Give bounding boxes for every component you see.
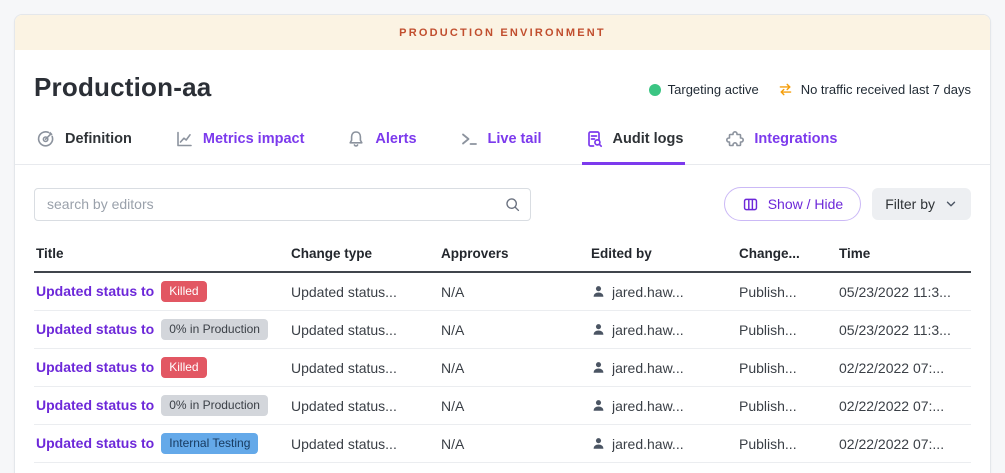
swap-arrows-icon bbox=[777, 81, 794, 98]
row-approvers: N/A bbox=[441, 360, 591, 376]
tab-live-tail-label: Live tail bbox=[488, 131, 542, 147]
target-pen-icon bbox=[36, 129, 56, 149]
search-icon bbox=[504, 196, 521, 218]
status-badge: Killed bbox=[161, 357, 206, 377]
column-header-change[interactable]: Change... bbox=[739, 246, 839, 261]
audit-log-icon bbox=[584, 129, 604, 149]
row-approvers: N/A bbox=[441, 398, 591, 414]
show-hide-label: Show / Hide bbox=[768, 196, 843, 212]
row-title-link[interactable]: Updated status to bbox=[36, 321, 154, 337]
line-chart-icon bbox=[174, 129, 194, 149]
person-icon bbox=[591, 360, 606, 375]
filter-by-button[interactable]: Filter by bbox=[872, 188, 971, 220]
row-time: 02/22/2022 07:... bbox=[839, 436, 971, 452]
audit-log-table: Title Change type Approvers Edited by Ch… bbox=[34, 233, 971, 463]
row-edited-by: jared.haw... bbox=[612, 436, 684, 452]
show-hide-button[interactable]: Show / Hide bbox=[724, 187, 861, 221]
table-row[interactable]: Updated status to Killed Updated status.… bbox=[34, 273, 971, 311]
status-badge: 0% in Production bbox=[161, 395, 268, 415]
row-edited-by: jared.haw... bbox=[612, 398, 684, 414]
targeting-status-label: Targeting active bbox=[668, 82, 759, 97]
status-badge: 0% in Production bbox=[161, 319, 268, 339]
page-title: Production-aa bbox=[34, 72, 211, 103]
table-row[interactable]: Updated status to 0% in Production Updat… bbox=[34, 311, 971, 349]
tab-live-tail[interactable]: Live tail bbox=[457, 123, 544, 165]
row-time: 05/23/2022 11:3... bbox=[839, 284, 971, 300]
row-time: 02/22/2022 07:... bbox=[839, 360, 971, 376]
person-icon bbox=[591, 398, 606, 413]
traffic-status: No traffic received last 7 days bbox=[777, 81, 971, 98]
tab-alerts-label: Alerts bbox=[375, 131, 416, 147]
targeting-status: Targeting active bbox=[649, 82, 759, 97]
tab-bar: Definition Metrics impact Alerts bbox=[15, 123, 990, 165]
tab-metrics-impact-label: Metrics impact bbox=[203, 131, 305, 147]
row-time: 02/22/2022 07:... bbox=[839, 398, 971, 414]
tab-integrations-label: Integrations bbox=[754, 131, 837, 147]
row-change-type: Updated status... bbox=[291, 436, 441, 452]
tab-definition-label: Definition bbox=[65, 131, 132, 147]
row-approvers: N/A bbox=[441, 284, 591, 300]
table-row[interactable]: Updated status to 0% in Production Updat… bbox=[34, 387, 971, 425]
search-wrap bbox=[34, 188, 531, 221]
row-change: Publish... bbox=[739, 398, 839, 414]
row-change-type: Updated status... bbox=[291, 398, 441, 414]
page-header: Production-aa Targeting active No traffi… bbox=[15, 50, 990, 123]
row-title-link[interactable]: Updated status to bbox=[36, 359, 154, 375]
row-change: Publish... bbox=[739, 360, 839, 376]
person-icon bbox=[591, 284, 606, 299]
traffic-status-label: No traffic received last 7 days bbox=[801, 82, 971, 97]
row-change: Publish... bbox=[739, 322, 839, 338]
column-header-title[interactable]: Title bbox=[34, 246, 291, 261]
row-change: Publish... bbox=[739, 284, 839, 300]
row-edited-by: jared.haw... bbox=[612, 284, 684, 300]
columns-icon bbox=[742, 196, 759, 213]
bell-icon bbox=[346, 129, 366, 149]
row-change-type: Updated status... bbox=[291, 284, 441, 300]
table-header-row: Title Change type Approvers Edited by Ch… bbox=[34, 233, 971, 273]
green-dot-icon bbox=[649, 84, 661, 96]
row-edited-by: jared.haw... bbox=[612, 322, 684, 338]
toolbar: Show / Hide Filter by bbox=[15, 165, 990, 233]
tab-metrics-impact[interactable]: Metrics impact bbox=[172, 123, 307, 165]
tab-integrations[interactable]: Integrations bbox=[723, 123, 839, 165]
row-change-type: Updated status... bbox=[291, 322, 441, 338]
person-icon bbox=[591, 436, 606, 451]
row-time: 05/23/2022 11:3... bbox=[839, 322, 971, 338]
row-change-type: Updated status... bbox=[291, 360, 441, 376]
chevron-down-icon bbox=[944, 197, 958, 211]
search-input[interactable] bbox=[34, 188, 531, 221]
terminal-icon bbox=[459, 129, 479, 149]
row-change: Publish... bbox=[739, 436, 839, 452]
status-badge: Internal Testing bbox=[161, 433, 258, 453]
column-header-change-type[interactable]: Change type bbox=[291, 246, 441, 261]
column-header-approvers[interactable]: Approvers bbox=[441, 246, 591, 261]
row-approvers: N/A bbox=[441, 322, 591, 338]
row-approvers: N/A bbox=[441, 436, 591, 452]
row-title-link[interactable]: Updated status to bbox=[36, 283, 154, 299]
status-group: Targeting active No traffic received las… bbox=[649, 81, 971, 98]
puzzle-icon bbox=[725, 129, 745, 149]
filter-by-label: Filter by bbox=[885, 196, 935, 212]
column-header-time[interactable]: Time bbox=[839, 246, 971, 261]
column-header-edited-by[interactable]: Edited by bbox=[591, 246, 739, 261]
status-badge: Killed bbox=[161, 281, 206, 301]
table-row[interactable]: Updated status to Internal Testing Updat… bbox=[34, 425, 971, 463]
tab-audit-logs-label: Audit logs bbox=[613, 131, 684, 147]
row-edited-by: jared.haw... bbox=[612, 360, 684, 376]
row-title-link[interactable]: Updated status to bbox=[36, 435, 154, 451]
person-icon bbox=[591, 322, 606, 337]
table-row[interactable]: Updated status to Killed Updated status.… bbox=[34, 349, 971, 387]
row-title-link[interactable]: Updated status to bbox=[36, 397, 154, 413]
tab-audit-logs[interactable]: Audit logs bbox=[582, 123, 686, 165]
tab-alerts[interactable]: Alerts bbox=[344, 123, 418, 165]
environment-banner: PRODUCTION ENVIRONMENT bbox=[15, 15, 990, 50]
tab-definition[interactable]: Definition bbox=[34, 123, 134, 165]
environment-card: PRODUCTION ENVIRONMENT Production-aa Tar… bbox=[14, 14, 991, 473]
